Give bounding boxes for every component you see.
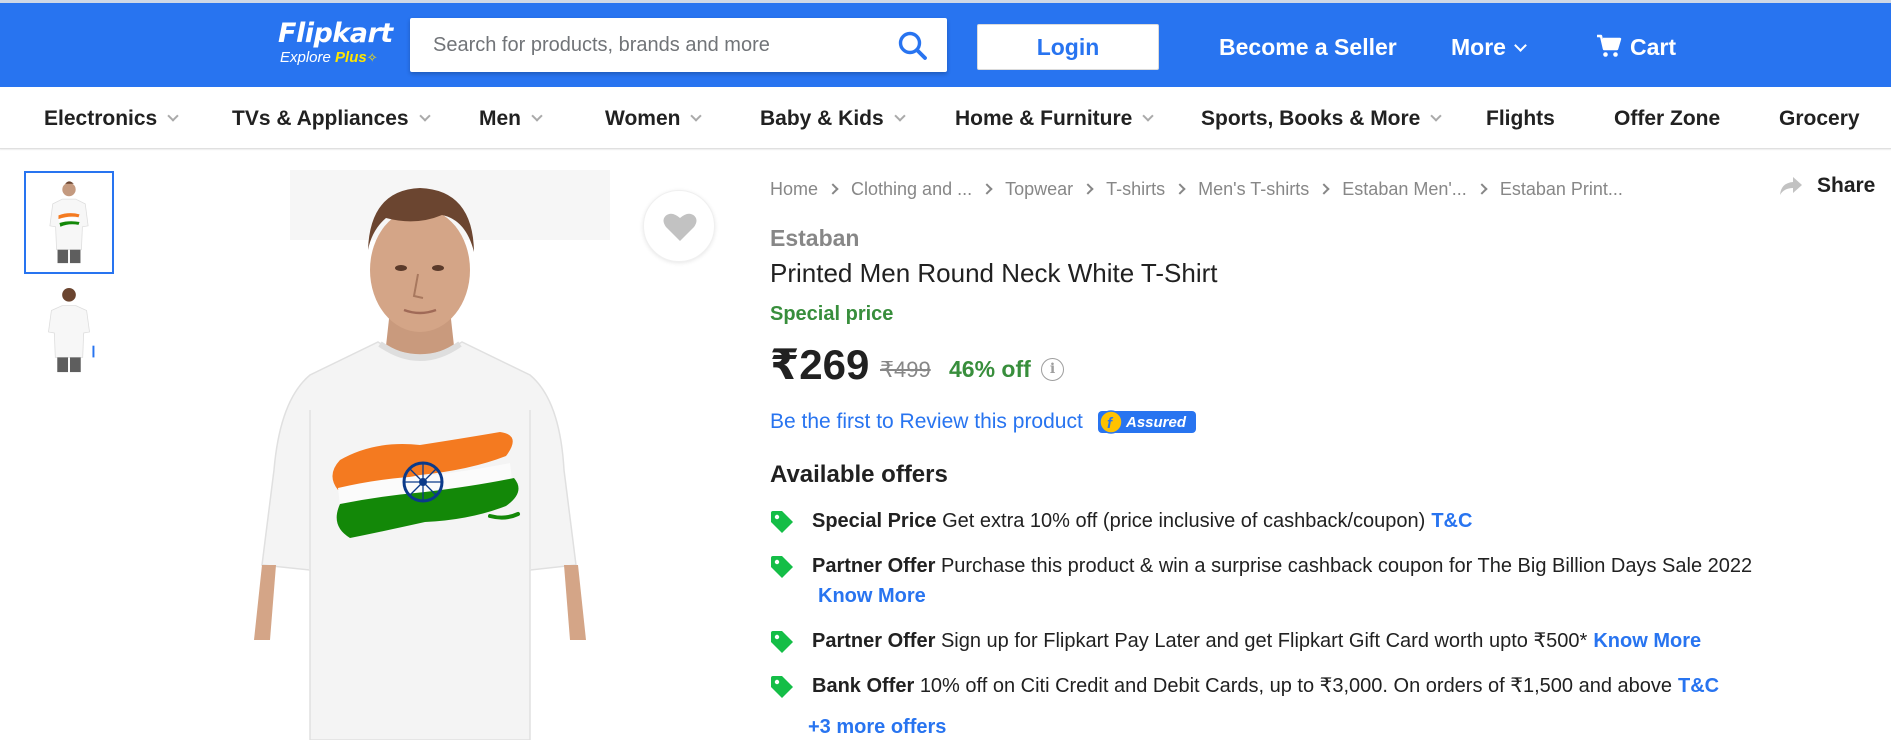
category-offer-zone[interactable]: Offer Zone <box>1614 107 1720 131</box>
product-brand[interactable]: Estaban <box>770 225 859 252</box>
category-home-furniture[interactable]: Home & Furniture <box>955 107 1155 131</box>
top-header: Flipkart Explore Plus✧ Login Become a Se… <box>0 0 1891 87</box>
chevron-down-icon <box>167 110 179 122</box>
search-input[interactable] <box>410 18 880 72</box>
more-label: More <box>1451 34 1506 60</box>
chevron-right-icon <box>1174 183 1186 195</box>
discount-percent: 46% off <box>949 356 1031 382</box>
logo-plus: Plus <box>335 49 367 66</box>
special-price-label: Special price <box>770 303 894 325</box>
cart-icon <box>1597 34 1622 57</box>
product-thumbnail-back[interactable] <box>24 280 114 383</box>
category-electronics[interactable]: Electronics <box>44 107 179 131</box>
share-icon <box>1780 177 1802 195</box>
category-flights[interactable]: Flights <box>1486 107 1555 131</box>
offer-type: Special Price <box>812 510 937 532</box>
wishlist-button[interactable] <box>643 190 715 262</box>
category-baby-kids[interactable]: Baby & Kids <box>760 107 906 131</box>
search-icon[interactable] <box>897 30 929 62</box>
offer-tnc-link[interactable]: T&C <box>1431 510 1472 532</box>
heart-icon <box>663 213 697 241</box>
offer-text: Purchase this product & win a surprise c… <box>940 555 1753 577</box>
chevron-right-icon <box>827 183 839 195</box>
more-offers-link[interactable]: +3 more offers <box>808 716 946 739</box>
offer-know-more-link[interactable]: Know More <box>818 585 926 607</box>
share-button[interactable]: Share <box>1779 174 1875 198</box>
chevron-down-icon <box>1514 39 1527 52</box>
chevron-right-icon <box>1082 183 1094 195</box>
category-label: Grocery <box>1779 107 1860 130</box>
price-info-icon[interactable]: i <box>1041 358 1064 381</box>
flipkart-assured-badge: f Assured <box>1098 410 1196 434</box>
plus-star-icon: ✧ <box>366 50 378 65</box>
thumbnail-image <box>48 287 95 373</box>
review-link[interactable]: Be the first to Review this product <box>770 410 1083 434</box>
category-women[interactable]: Women <box>605 107 703 131</box>
flipkart-logo[interactable]: Flipkart Explore Plus✧ <box>278 19 398 75</box>
breadcrumb-item[interactable]: Men's T-shirts <box>1198 179 1309 200</box>
category-label: Home & Furniture <box>955 107 1133 130</box>
offers-heading: Available offers <box>770 461 948 488</box>
category-bar: Electronics TVs & Appliances Men Women B… <box>0 87 1891 149</box>
logo-tagline: Explore Plus✧ <box>280 49 398 67</box>
category-grocery[interactable]: Grocery <box>1779 107 1860 131</box>
offer-type: Partner Offer <box>812 555 936 577</box>
category-label: Sports, Books & More <box>1201 107 1421 130</box>
chevron-down-icon <box>1142 110 1155 122</box>
assured-label: Assured <box>1125 414 1187 431</box>
product-title: Printed Men Round Neck White T-Shirt <box>770 258 1218 288</box>
offer-text: Sign up for Flipkart Pay Later and get F… <box>940 630 1588 652</box>
offer-tag-icon <box>771 511 793 533</box>
login-button[interactable]: Login <box>977 24 1159 70</box>
chevron-down-icon <box>531 110 543 122</box>
chevron-right-icon <box>981 183 993 195</box>
category-label: Men <box>479 107 521 130</box>
category-sports-books[interactable]: Sports, Books & More <box>1201 107 1443 131</box>
breadcrumb: Home Clothing and ... Topwear T-shirts M… <box>770 177 1623 201</box>
thumbnail-image <box>49 181 89 264</box>
search-box <box>410 18 947 72</box>
chevron-down-icon <box>894 110 906 122</box>
offer-text: 10% off on Citi Credit and Debit Cards, … <box>919 675 1673 697</box>
cart-link[interactable]: Cart <box>1596 33 1676 61</box>
category-label: TVs & Appliances <box>232 107 409 130</box>
logo-explore: Explore <box>280 49 331 66</box>
chevron-down-icon <box>418 110 431 122</box>
product-thumbnail-front[interactable] <box>24 171 114 274</box>
breadcrumb-item[interactable]: T-shirts <box>1106 179 1165 200</box>
offer-tnc-link[interactable]: T&C <box>1678 675 1719 697</box>
breadcrumb-item[interactable]: Estaban Print... <box>1500 179 1623 200</box>
more-menu[interactable]: More <box>1451 33 1527 61</box>
category-tvs-appliances[interactable]: TVs & Appliances <box>232 107 431 131</box>
breadcrumb-item[interactable]: Home <box>770 179 818 200</box>
chevron-down-icon <box>1430 110 1443 122</box>
product-main-image[interactable] <box>230 170 610 740</box>
breadcrumb-item[interactable]: Clothing and ... <box>851 179 972 200</box>
offer-tag-icon <box>771 676 793 698</box>
category-label: Flights <box>1486 107 1555 130</box>
chevron-right-icon <box>1476 183 1488 195</box>
offer-know-more-link[interactable]: Know More <box>1593 630 1701 652</box>
breadcrumb-item[interactable]: Estaban Men'... <box>1342 179 1467 200</box>
cart-label: Cart <box>1630 34 1677 60</box>
offer-tag-icon <box>771 631 793 653</box>
category-label: Women <box>605 107 681 130</box>
chevron-right-icon <box>1318 183 1330 195</box>
chevron-down-icon <box>690 110 703 122</box>
original-price: ₹499 <box>880 357 931 382</box>
category-men[interactable]: Men <box>479 107 543 131</box>
offer-type: Bank Offer <box>812 675 915 697</box>
category-label: Offer Zone <box>1614 107 1721 130</box>
category-label: Baby & Kids <box>760 107 884 130</box>
share-label: Share <box>1817 174 1876 197</box>
offer-type: Partner Offer <box>812 630 936 652</box>
category-label: Electronics <box>44 107 158 130</box>
selling-price: ₹269 <box>770 341 870 388</box>
offer-tag-icon <box>771 556 793 578</box>
become-seller-link[interactable]: Become a Seller <box>1219 33 1397 61</box>
logo-text: Flipkart <box>278 18 393 49</box>
offer-text: Get extra 10% off (price inclusive of ca… <box>942 510 1426 532</box>
breadcrumb-item[interactable]: Topwear <box>1005 179 1073 200</box>
